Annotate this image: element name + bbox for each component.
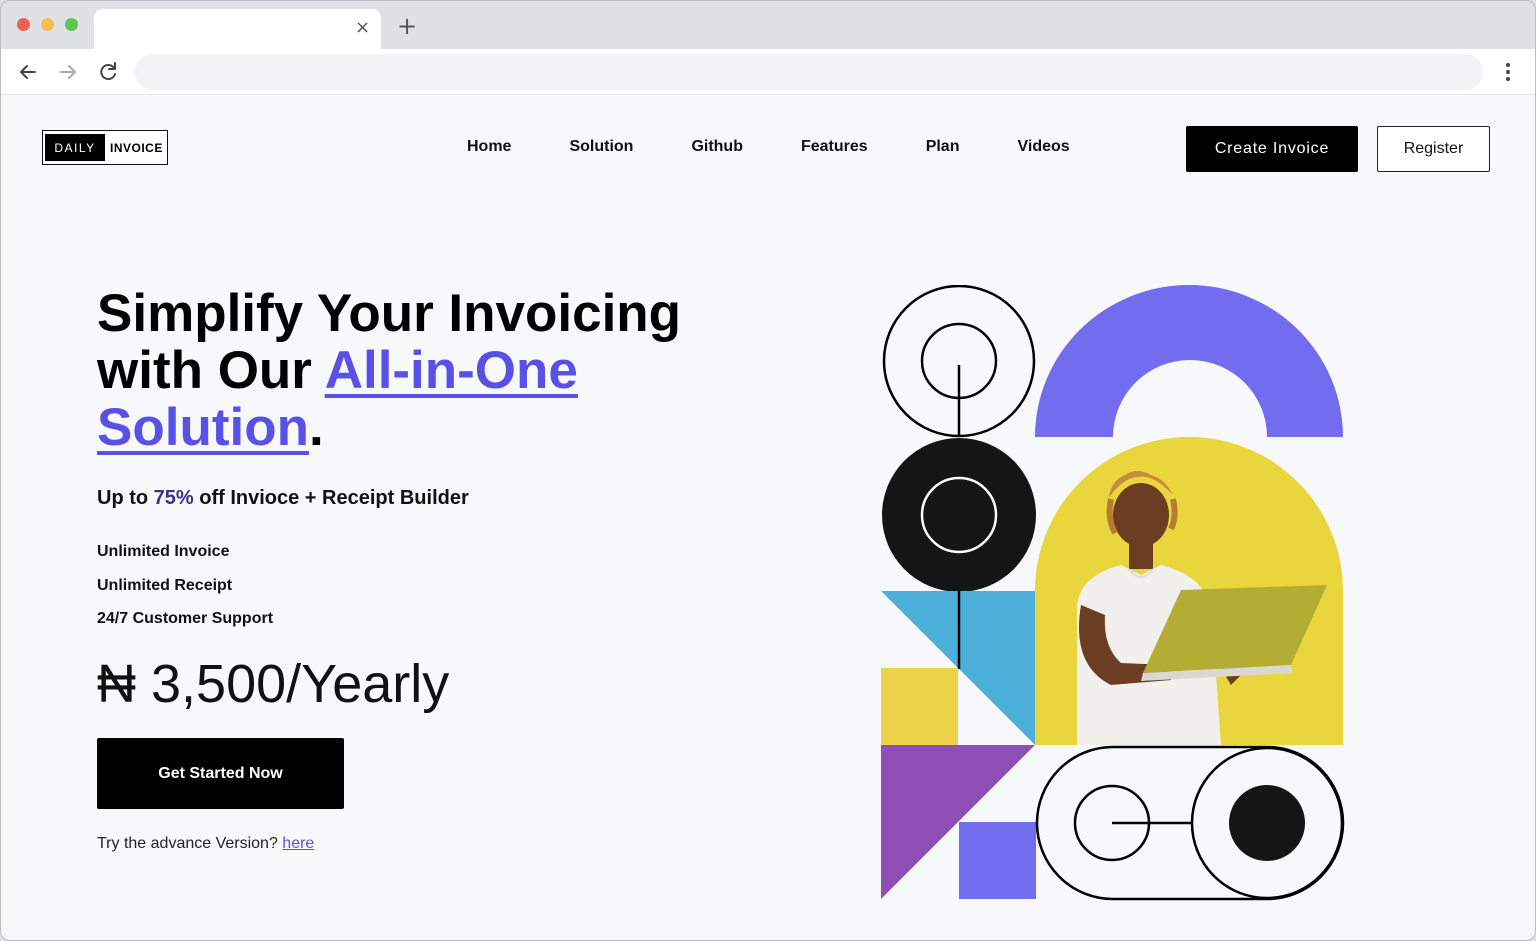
logo-part-invoice: INVOICE bbox=[110, 140, 163, 155]
advance-version-text: Try the advance Version? here bbox=[97, 835, 314, 853]
close-window-button[interactable] bbox=[17, 18, 30, 31]
yellow-square-shape bbox=[881, 668, 958, 745]
nav-solution[interactable]: Solution bbox=[569, 138, 633, 156]
hero-title: Simplify Your Invoicing with Our All-in-… bbox=[97, 285, 777, 456]
hero-title-suffix: . bbox=[308, 398, 324, 457]
hero-illustration bbox=[881, 285, 1345, 901]
main-nav: Home Solution Github Features Plan Video… bbox=[467, 138, 1128, 156]
feature-item: Unlimited Receipt bbox=[97, 576, 233, 594]
close-icon[interactable]: × bbox=[355, 19, 370, 37]
address-bar[interactable] bbox=[135, 54, 1483, 90]
nav-github[interactable]: Github bbox=[691, 138, 743, 156]
web-page: DAILY INVOICE Home Solution Github Featu… bbox=[1, 95, 1535, 940]
feature-item: 24/7 Customer Support bbox=[97, 610, 274, 627]
person-photo bbox=[1035, 437, 1343, 745]
reload-icon[interactable] bbox=[95, 59, 121, 85]
hero-title-highlight-2: Solution bbox=[97, 398, 309, 457]
tab-strip: × + bbox=[1, 1, 1535, 49]
forward-icon[interactable] bbox=[55, 59, 81, 85]
create-invoice-button[interactable]: Create Invoice bbox=[1186, 126, 1358, 172]
offer-prefix: Up to bbox=[97, 487, 154, 509]
feature-item: Unlimited Invoice bbox=[97, 543, 230, 560]
browser-window: × + DAILY INVOICE Home Solution Github F… bbox=[0, 0, 1536, 941]
advance-version-label: Try the advance Version? bbox=[97, 835, 283, 852]
offer-percent: 75% bbox=[153, 487, 194, 509]
pill-toggle-shape bbox=[1035, 745, 1345, 901]
black-ring-circle-shape bbox=[882, 438, 1036, 592]
feature-list: Unlimited Invoice Unlimited Receipt 24/7… bbox=[97, 543, 273, 644]
more-menu-icon[interactable] bbox=[1497, 61, 1519, 83]
nav-videos[interactable]: Videos bbox=[1017, 138, 1069, 156]
browser-toolbar bbox=[1, 49, 1535, 95]
violet-square-shape bbox=[959, 822, 1036, 899]
offer-suffix: off Invioce + Receipt Builder bbox=[193, 487, 469, 509]
offer-text: Up to 75% off Invioce + Receipt Builder bbox=[97, 487, 469, 510]
nav-plan[interactable]: Plan bbox=[926, 138, 960, 156]
target-circle-shape bbox=[882, 285, 1036, 438]
minimize-window-button[interactable] bbox=[41, 18, 54, 31]
back-icon[interactable] bbox=[15, 59, 41, 85]
violet-arch-shape bbox=[1035, 285, 1343, 437]
hero-title-highlight-1: All-in-One bbox=[324, 341, 578, 400]
hero-title-line2-prefix: with Our bbox=[97, 341, 325, 400]
browser-tab[interactable]: × bbox=[94, 9, 381, 49]
get-started-button[interactable]: Get Started Now bbox=[97, 738, 344, 809]
advance-version-link[interactable]: here bbox=[282, 835, 314, 852]
new-tab-button[interactable]: + bbox=[396, 14, 418, 38]
maximize-window-button[interactable] bbox=[65, 18, 78, 31]
price: ₦ 3,500/Yearly bbox=[97, 654, 450, 714]
logo[interactable]: DAILY INVOICE bbox=[42, 130, 168, 165]
logo-part-daily: DAILY bbox=[45, 134, 105, 161]
register-button[interactable]: Register bbox=[1377, 126, 1490, 172]
nav-home[interactable]: Home bbox=[467, 138, 511, 156]
nav-features[interactable]: Features bbox=[801, 138, 868, 156]
hero-title-line1: Simplify Your Invoicing bbox=[97, 284, 682, 343]
